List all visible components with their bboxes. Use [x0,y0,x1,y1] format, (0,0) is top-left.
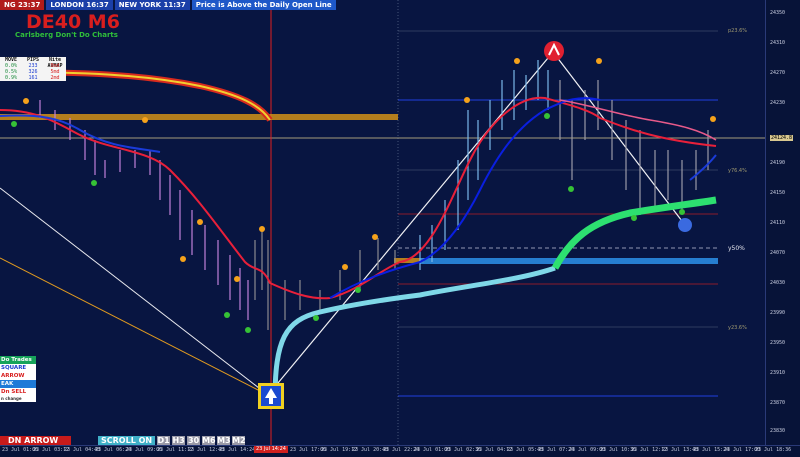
stats-table: MOVE PIPS Nite AVMAP 0.0% 233 0md 0.5% 3… [0,57,66,81]
trades-panel: Do Trades SQUARE ARROW EAK Dn SELL n cha… [0,356,36,402]
level-label-23: y23.6% [728,325,747,331]
level-label-p23: p23.6% [728,28,748,34]
chart-subtitle: Carlsberg Don't Do Charts [15,31,118,39]
time-tick: 23 Jul 18:36 [755,447,792,453]
session-bar: NG 23:37 LONDON 16:37 NEW YORK 11:37 Pri… [0,0,336,10]
candles-right [419,60,549,270]
cyan-band [272,265,556,401]
blue-moving-average-far [689,154,717,181]
timeframe-d1-button[interactable]: D1 [157,435,171,446]
status-message: Price is Above the Daily Open Line [191,0,336,10]
panel-title: Do Trades [0,356,36,364]
price-tick: 24230 [770,100,786,106]
price-tick: 23830 [770,428,786,434]
level-label-76: y76.4% [728,168,747,174]
price-tick: 24190 [770,160,786,166]
price-tick: 23870 [770,400,786,406]
change-label: n change [0,396,36,402]
diagonal-orange-left [0,257,263,393]
magenta-line [559,99,717,141]
chart-window: p23.6% y76.4% y50% y23.6% NG 23:37 LONDO… [0,0,800,457]
price-tick: 24350 [770,10,786,16]
time-axis[interactable]: 23 Jul 01:06 23 Jul 03:12 23 Jul 04:48 2… [0,445,800,457]
arrow-toggle[interactable]: ARROW [0,372,36,380]
diagonal-white-left [0,187,269,396]
price-tick: 23910 [770,370,786,376]
timeframe-m2-button[interactable]: M2 [232,435,246,446]
price-tick: 24030 [770,280,786,286]
square-toggle[interactable]: SQUARE [0,364,36,372]
blue-moving-average [0,114,161,153]
price-tick: 24150 [770,190,786,196]
timeframe-m3-button[interactable]: M3 [217,435,231,446]
price-chart [0,0,765,445]
stats-cell: 2md [50,75,60,81]
level-label-50: y50% [728,245,745,252]
red-moving-average [0,96,717,300]
orange-range-band [0,114,398,120]
price-tick: 23990 [770,310,786,316]
price-tick: 24110 [770,220,786,226]
price-tick: 24310 [770,40,786,46]
peak-toggle[interactable]: EAK [0,380,36,388]
candles-left [39,100,249,320]
zigzag-white [267,51,686,396]
time-tick: 23 Jul 14:24 [219,447,256,453]
current-price-label: 24124.8 [770,135,794,141]
green-band [551,196,717,270]
dn-arrow-button[interactable]: DN ARROW [0,435,71,446]
timeframe-30-button[interactable]: 30 [187,435,201,446]
stats-cell: 0.9% [4,75,18,81]
timeframe-m6-button[interactable]: M6 [202,435,216,446]
session-tokyo: NG 23:37 [0,0,45,10]
session-new-york: NEW YORK 11:37 [114,0,190,10]
blue-range-band [420,258,718,264]
timeframe-h3-button[interactable]: H3 [172,435,186,446]
stats-cell: 161 [28,75,38,81]
price-tick: 24070 [770,250,786,256]
target-marker[interactable] [678,218,692,232]
current-time-label: 23 Jul 14:24 [254,446,288,453]
scroll-on-button[interactable]: SCROLL ON [98,435,156,446]
price-tick: 24270 [770,70,786,76]
stats-table-row: 0.9% 161 2md [0,75,66,81]
candles-mid [254,230,396,330]
price-tick: 23950 [770,340,786,346]
price-axis[interactable]: 24350 24310 24270 24230 24124.8 24190 24… [765,0,800,445]
session-london: LONDON 16:37 [46,0,113,10]
sell-toggle[interactable]: Dn SELL [0,388,36,396]
symbol-title: DE40 M6 [26,11,120,33]
